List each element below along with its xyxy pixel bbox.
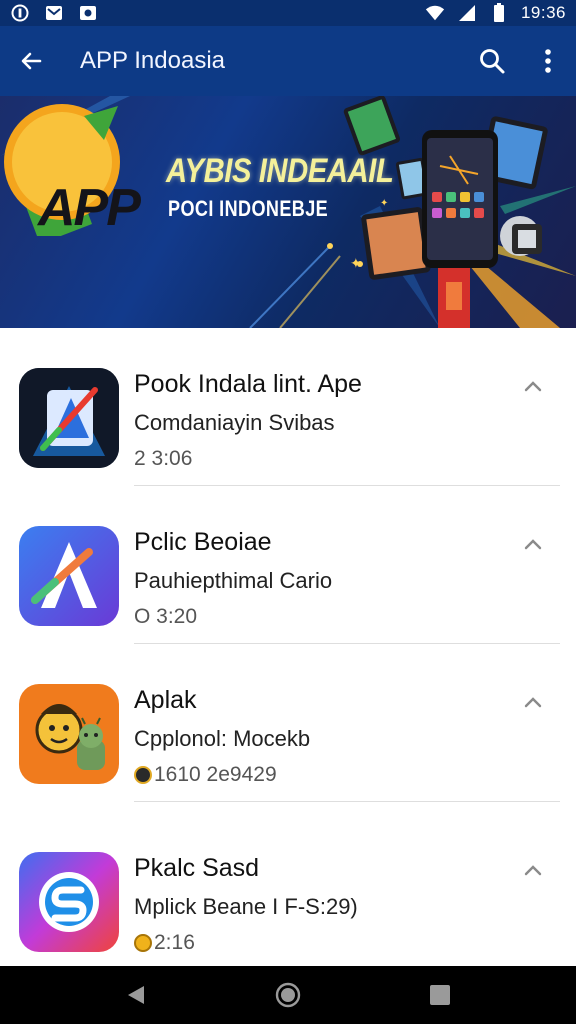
svg-text:✦: ✦ [350, 256, 362, 272]
app-description: Cpplonol: Mocekb [134, 726, 311, 751]
app-icon-dark-blue [19, 368, 119, 468]
circle-indicator-icon [10, 4, 30, 22]
more-vert-icon [545, 49, 551, 73]
back-button[interactable] [0, 26, 62, 96]
banner-title: AYBIS INDEAAIL [166, 152, 394, 190]
search-icon [480, 49, 505, 74]
chevron-up-icon[interactable] [522, 860, 544, 882]
app-name: Pkalc Sasd [134, 854, 260, 882]
coin-icon [134, 766, 152, 784]
status-right-icons: 19:36 [425, 3, 566, 23]
status-time: 19:36 [520, 3, 566, 22]
status-left-icons [10, 4, 98, 22]
app-bar: APP Indoasia [0, 26, 576, 96]
status-bar: 19:36 [0, 0, 576, 26]
app-icon-purple-a [19, 526, 119, 626]
svg-text:✦: ✦ [380, 198, 388, 209]
app-list: Pook Indala lint. Ape Comdaniayin Svibas… [0, 328, 576, 966]
app-bar-actions [464, 26, 576, 96]
app-description: Comdaniayin Svibas [134, 410, 335, 435]
nav-recents-button[interactable] [420, 975, 460, 1015]
list-item[interactable]: Pook Indala lint. Ape Comdaniayin Svibas… [0, 328, 576, 486]
app-meta: 2:16 [134, 931, 195, 955]
banner-logo-text: APP [38, 179, 141, 237]
app-description: Pauhiepthimal Cario [134, 568, 333, 593]
nav-recents-icon [430, 985, 450, 1005]
app-icon-orange-characters [19, 684, 119, 784]
chevron-up-icon[interactable] [522, 376, 544, 398]
app-meta: 2 3:06 [134, 447, 192, 471]
list-item[interactable]: Aplak Cpplonol: Mocekb 1610 2e9429 [0, 644, 576, 802]
app-title: APP Indoasia [80, 47, 225, 74]
list-item[interactable]: Pkalc Sasd Mplick Beane I F-S:29) 2:16 [0, 812, 576, 970]
photo-icon [78, 4, 98, 22]
chevron-up-icon[interactable] [522, 534, 544, 556]
system-nav-bar [0, 966, 576, 1024]
nav-home-icon [275, 982, 301, 1008]
app-meta-text: 1610 2e9429 [154, 763, 277, 786]
chevron-up-icon[interactable] [522, 692, 544, 714]
list-item[interactable]: Pclic Beoiae Pauhiepthimal Cario O 3:20 [0, 486, 576, 644]
banner-subtitle: POCI INDONEBJE [168, 196, 329, 221]
arrow-left-icon [21, 52, 42, 70]
coin-icon [134, 934, 152, 952]
app-meta: 1610 2e9429 [134, 763, 277, 787]
divider [134, 801, 560, 802]
app-meta: O 3:20 [134, 605, 197, 629]
battery-icon [489, 3, 509, 22]
signal-icon [457, 4, 477, 22]
app-name: Aplak [134, 686, 197, 714]
app-meta-text: O 3:20 [134, 605, 198, 628]
mail-icon [44, 4, 64, 22]
promo-banner[interactable]: ✦ ✦ APP AYBIS INDEAAIL POCI INDONEBJE [0, 96, 576, 328]
nav-back-icon [128, 986, 144, 1004]
wifi-icon [425, 4, 445, 22]
app-meta-text: 2:16 [154, 931, 195, 954]
app-name: Pclic Beoiae [134, 528, 272, 556]
app-meta-text: 2 3:06 [134, 447, 193, 470]
app-description: Mplick Beane I F-S:29) [134, 894, 358, 919]
nav-back-button[interactable] [116, 975, 156, 1015]
search-button[interactable] [464, 26, 520, 96]
more-options-button[interactable] [520, 26, 576, 96]
app-name: Pook Indala lint. Ape [134, 370, 362, 398]
nav-home-button[interactable] [268, 975, 308, 1015]
app-icon-gradient-s [19, 852, 119, 952]
